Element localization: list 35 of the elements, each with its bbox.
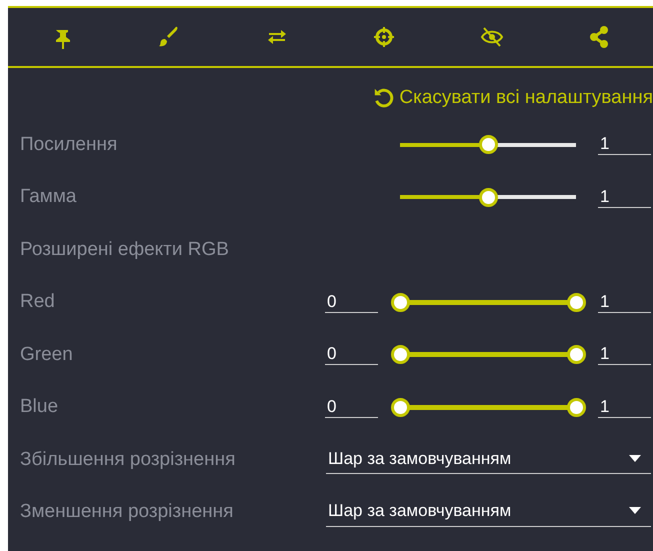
range-slider[interactable] xyxy=(390,292,586,312)
value-field[interactable]: 1 xyxy=(598,292,651,313)
reset-link[interactable]: Скасувати всі налаштування xyxy=(373,84,653,112)
slider-thumb[interactable] xyxy=(390,398,410,417)
setting-label: Зменшення розрізнення xyxy=(20,500,234,524)
slider-thumb[interactable] xyxy=(566,292,586,312)
value-field[interactable]: 0 xyxy=(325,344,378,366)
dropdown[interactable]: Шар за замовчуванням xyxy=(326,446,651,474)
slider-thumb[interactable] xyxy=(566,345,586,364)
slider-thumb[interactable] xyxy=(390,345,410,364)
slider-thumb[interactable] xyxy=(478,188,498,207)
slider-thumb[interactable] xyxy=(390,292,410,312)
setting-label: Blue xyxy=(20,395,58,419)
dropdown[interactable]: Шар за замовчуванням xyxy=(326,498,651,526)
setting-label: Red xyxy=(20,290,55,314)
range-slider[interactable] xyxy=(390,344,586,365)
value-field[interactable]: 1 xyxy=(598,186,651,208)
range-slider[interactable] xyxy=(390,397,586,418)
slider-thumb[interactable] xyxy=(566,398,586,417)
setting-label: Гамма xyxy=(20,185,76,209)
caret-icon xyxy=(629,507,641,514)
undo-icon xyxy=(373,87,396,110)
setting-label: Розширені ефекти RGB xyxy=(20,238,229,262)
value-field[interactable]: 1 xyxy=(598,344,651,366)
caret-icon xyxy=(629,454,641,462)
crosshair-icon[interactable] xyxy=(372,25,396,49)
setting-label: Посилення xyxy=(20,132,118,156)
slider-thumb[interactable] xyxy=(478,135,498,154)
eye-slash-icon[interactable] xyxy=(480,25,504,49)
setting-label: Збільшення розрізнення xyxy=(20,448,236,472)
value-field[interactable]: 0 xyxy=(325,396,378,418)
value-field[interactable]: 1 xyxy=(598,134,651,156)
value-field[interactable]: 0 xyxy=(325,292,378,313)
setting-label: Green xyxy=(20,342,73,366)
value-field[interactable]: 1 xyxy=(598,396,651,418)
